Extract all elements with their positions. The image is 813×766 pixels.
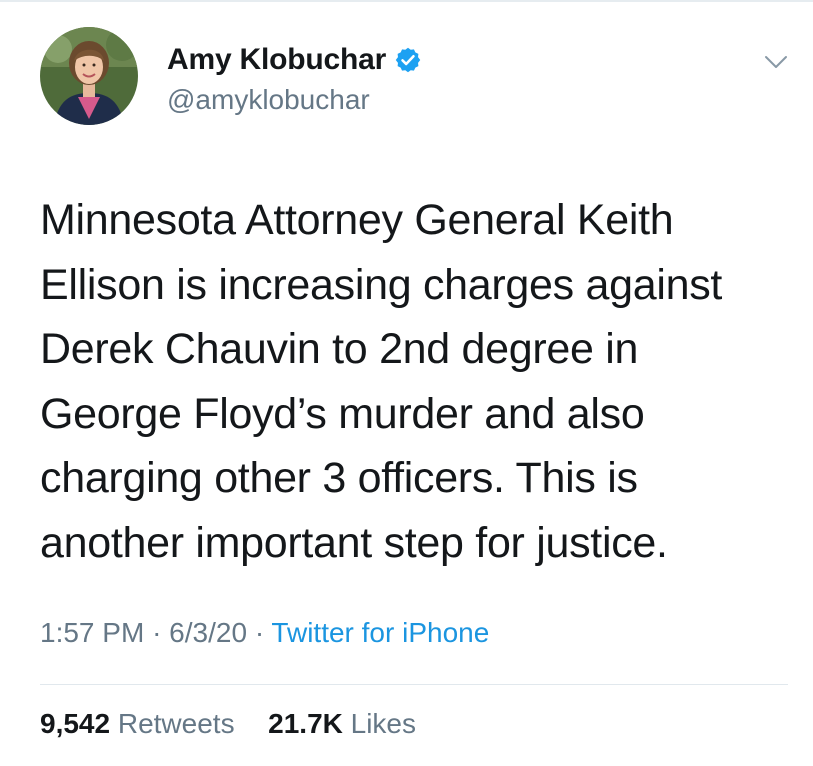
author-name-row[interactable]: Amy Klobuchar xyxy=(167,42,422,78)
retweets-stat[interactable]: 9,542 Retweets xyxy=(40,708,242,739)
retweets-label: Retweets xyxy=(117,708,235,739)
tweet-text-line: Minnesota Attorney General Keith xyxy=(40,196,674,244)
divider xyxy=(40,684,788,685)
author-display-name[interactable]: Amy Klobuchar xyxy=(167,43,386,77)
meta-separator: · xyxy=(152,617,162,648)
likes-label: Likes xyxy=(350,708,417,739)
tweet-text-line: another important step for justice. xyxy=(40,518,668,567)
tweet-text: Minnesota Attorney General Keith Ellison… xyxy=(40,188,780,576)
meta-separator: · xyxy=(254,617,265,648)
likes-stat[interactable]: 21.7K Likes xyxy=(268,708,416,739)
tweet-text-line: charging other 3 officers. This is xyxy=(40,454,638,503)
tweet-time[interactable]: 1:57 PM xyxy=(40,617,144,648)
tweet-text-line: Ellison is increasing charges against xyxy=(40,260,723,309)
tweet-source-link[interactable]: Twitter for iPhone xyxy=(271,617,489,648)
author-handle[interactable]: @amyklobuchar xyxy=(167,84,370,116)
chevron-down-icon[interactable] xyxy=(762,48,790,76)
avatar-image xyxy=(40,27,138,125)
tweet-text-line: Derek Chauvin to 2nd degree in xyxy=(40,325,639,374)
tweet-meta: 1:57 PM · 6/3/20 · Twitter for iPhone xyxy=(40,617,489,649)
top-border xyxy=(0,0,813,2)
avatar[interactable] xyxy=(40,27,138,125)
retweets-count: 9,542 xyxy=(40,708,111,739)
verified-badge-icon xyxy=(394,46,422,74)
tweet-date[interactable]: 6/3/20 xyxy=(169,617,247,648)
tweet-text-line: George Floyd’s murder and also xyxy=(40,389,645,438)
tweet-stats: 9,542 Retweets 21.7K Likes xyxy=(40,708,416,740)
likes-count: 21.7K xyxy=(268,708,343,739)
